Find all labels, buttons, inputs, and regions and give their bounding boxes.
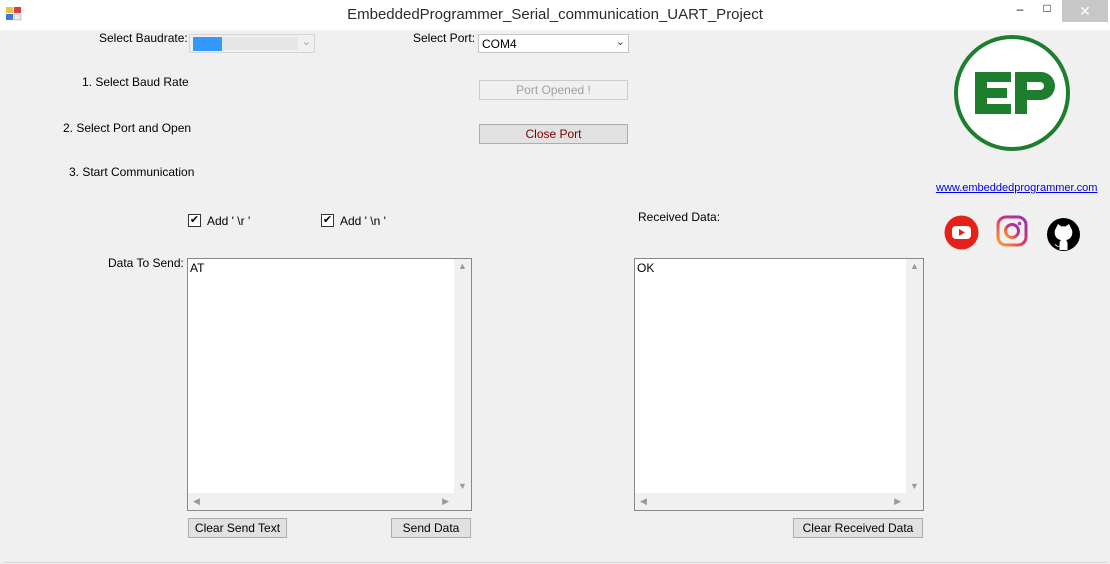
port-opened-button[interactable]: Port Opened !	[479, 80, 628, 100]
vertical-scrollbar[interactable]: ▲ ▼	[454, 259, 471, 493]
add-lf-checkbox[interactable]: ✔	[321, 214, 334, 227]
clear-received-data-button[interactable]: Clear Received Data	[793, 518, 923, 538]
title-bar: EmbeddedProgrammer_Serial_communication_…	[0, 0, 1110, 30]
add-cr-checkbox[interactable]: ✔	[188, 214, 201, 227]
checkmark-icon: ✔	[189, 214, 200, 226]
port-select[interactable]: COM4 ⌄	[478, 34, 629, 53]
scrollbar-corner	[454, 493, 471, 510]
horizontal-scrollbar[interactable]: ◀ ▶	[188, 493, 454, 510]
vertical-scrollbar[interactable]: ▲ ▼	[906, 259, 923, 493]
form-client-area	[3, 30, 1107, 563]
scroll-down-icon[interactable]: ▼	[910, 481, 919, 491]
scroll-up-icon[interactable]: ▲	[910, 261, 919, 271]
baudrate-value: 9600	[193, 37, 222, 51]
scroll-right-icon[interactable]: ▶	[442, 496, 449, 507]
received-text-content: OK	[637, 261, 655, 275]
step-3-label: 3. Start Communication	[69, 165, 195, 179]
scroll-left-icon[interactable]: ◀	[193, 496, 200, 507]
horizontal-scrollbar[interactable]: ◀ ▶	[635, 493, 906, 510]
port-value: COM4	[482, 37, 517, 51]
website-link[interactable]: www.embeddedprogrammer.com	[936, 182, 1097, 194]
scroll-left-icon[interactable]: ◀	[640, 496, 647, 507]
send-data-button[interactable]: Send Data	[391, 518, 471, 538]
port-label: Select Port:	[413, 31, 476, 45]
add-cr-label: Add ' \r '	[207, 214, 251, 228]
chevron-down-icon: ⌄	[615, 36, 625, 48]
received-data-label: Received Data:	[638, 210, 721, 224]
send-text-content: AT	[190, 261, 205, 275]
scroll-up-icon[interactable]: ▲	[458, 261, 467, 271]
scrollbar-corner	[906, 493, 923, 510]
baudrate-select[interactable]: 9600 ⌄	[189, 34, 315, 53]
close-port-button[interactable]: Close Port	[479, 124, 628, 144]
scroll-right-icon[interactable]: ▶	[894, 496, 901, 507]
send-text-area[interactable]: AT ▲ ▼ ◀ ▶	[187, 258, 472, 511]
add-lf-label: Add ' \n '	[340, 214, 386, 228]
instagram-icon[interactable]	[995, 214, 1029, 248]
youtube-icon[interactable]	[944, 215, 979, 250]
github-icon[interactable]	[1046, 217, 1081, 252]
baudrate-label: Select Baudrate:	[99, 31, 188, 45]
data-to-send-label: Data To Send:	[108, 256, 184, 270]
step-2-label: 2. Select Port and Open	[63, 121, 192, 135]
window-title: EmbeddedProgrammer_Serial_communication_…	[347, 6, 763, 23]
scroll-down-icon[interactable]: ▼	[458, 481, 467, 491]
clear-send-text-button[interactable]: Clear Send Text	[188, 518, 287, 538]
received-text-area[interactable]: OK ▲ ▼ ◀ ▶	[634, 258, 924, 511]
maximize-button[interactable]: □	[1030, 1, 1064, 23]
step-1-label: 1. Select Baud Rate	[82, 75, 189, 89]
checkmark-icon: ✔	[322, 214, 333, 226]
chevron-down-icon: ⌄	[301, 36, 311, 48]
close-window-button[interactable]: ✕	[1062, 0, 1108, 22]
embeddedprogrammer-logo	[953, 34, 1071, 152]
